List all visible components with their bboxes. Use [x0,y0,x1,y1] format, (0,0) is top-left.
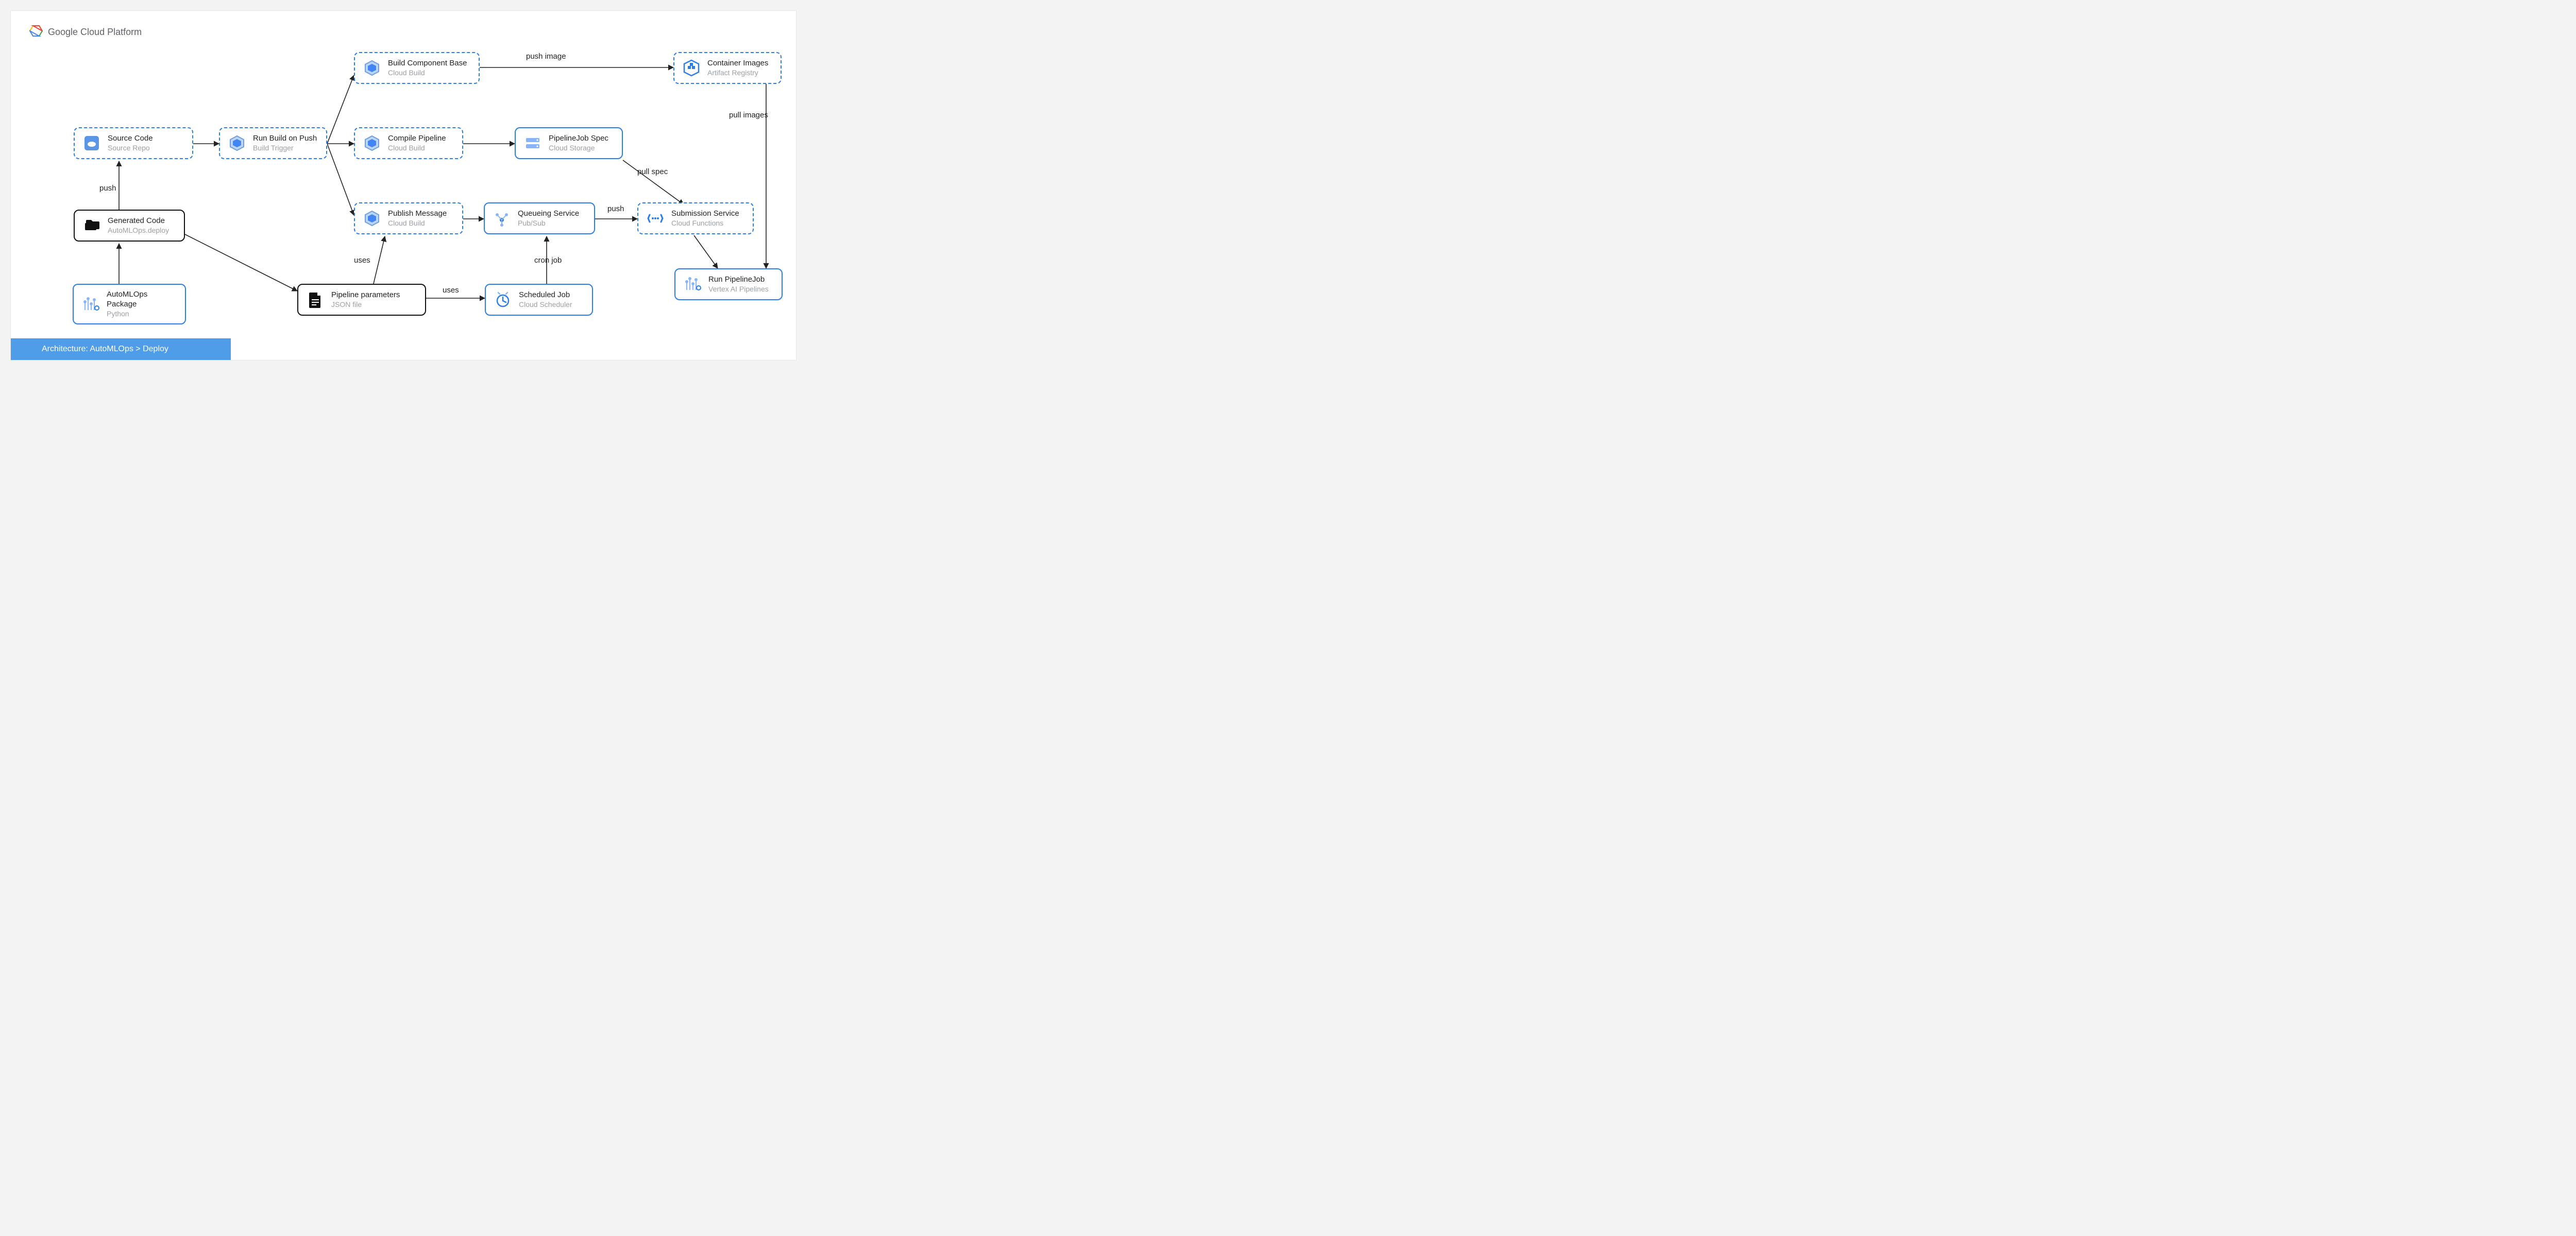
node-publish-message: Publish MessageCloud Build [354,202,463,234]
node-container-images: Container ImagesArtifact Registry [673,52,782,84]
node-compile-pipeline: Compile PipelineCloud Build [354,127,463,159]
artifact-registry-icon [682,58,701,78]
gcp-logo: Google Cloud Platform [29,24,142,40]
node-generated-code: Generated CodeAutoMLOps.deploy [74,210,185,242]
cloud-functions-icon [646,209,665,228]
node-run-pipelinejob: Run PipelineJobVertex AI Pipelines [674,268,783,300]
diagram-canvas: Google Cloud Platform [0,0,807,371]
cloud-build-icon [362,209,382,228]
footer-text: Architecture: AutoMLOps > Deploy [42,345,168,354]
folder-stack-icon [82,216,101,235]
node-pipelinejob-spec: PipelineJob SpecCloud Storage [515,127,623,159]
node-source-code: Source CodeSource Repo [74,127,193,159]
node-queueing-service: Queueing ServicePub/Sub [484,202,595,234]
label-uses2: uses [443,286,459,295]
gcp-logo-text: Google Cloud Platform [48,27,142,38]
json-file-icon [306,290,325,310]
label-pull-images: pull images [729,111,768,119]
label-pull-spec: pull spec [637,167,668,176]
cloud-build-icon [362,58,382,78]
label-push-image: push image [526,52,566,61]
pubsub-icon [492,209,512,228]
node-pipeline-parameters: Pipeline parametersJSON file [297,284,426,316]
vertex-pipelines-icon [683,274,702,294]
diagram-frame: Google Cloud Platform [10,10,796,360]
label-cron-job: cron job [534,256,562,265]
footer-banner: Architecture: AutoMLOps > Deploy [11,338,231,360]
node-automlops-package: AutoMLOps PackagePython [73,284,186,324]
label-push: push [99,184,116,193]
label-push2: push [607,204,624,213]
node-scheduled-job: Scheduled JobCloud Scheduler [485,284,593,316]
vertex-ai-icon [81,295,100,314]
cloud-scheduler-icon [493,290,513,310]
cloud-storage-icon [523,133,543,153]
label-uses1: uses [354,256,370,265]
cloud-build-icon [362,133,382,153]
node-run-build-on-push: Run Build on PushBuild Trigger [219,127,327,159]
node-submission-service: Submission ServiceCloud Functions [637,202,754,234]
gcp-hex-icon [29,24,43,40]
source-repo-icon [82,133,101,153]
node-build-component-base: Build Component BaseCloud Build [354,52,480,84]
build-trigger-icon [227,133,247,153]
